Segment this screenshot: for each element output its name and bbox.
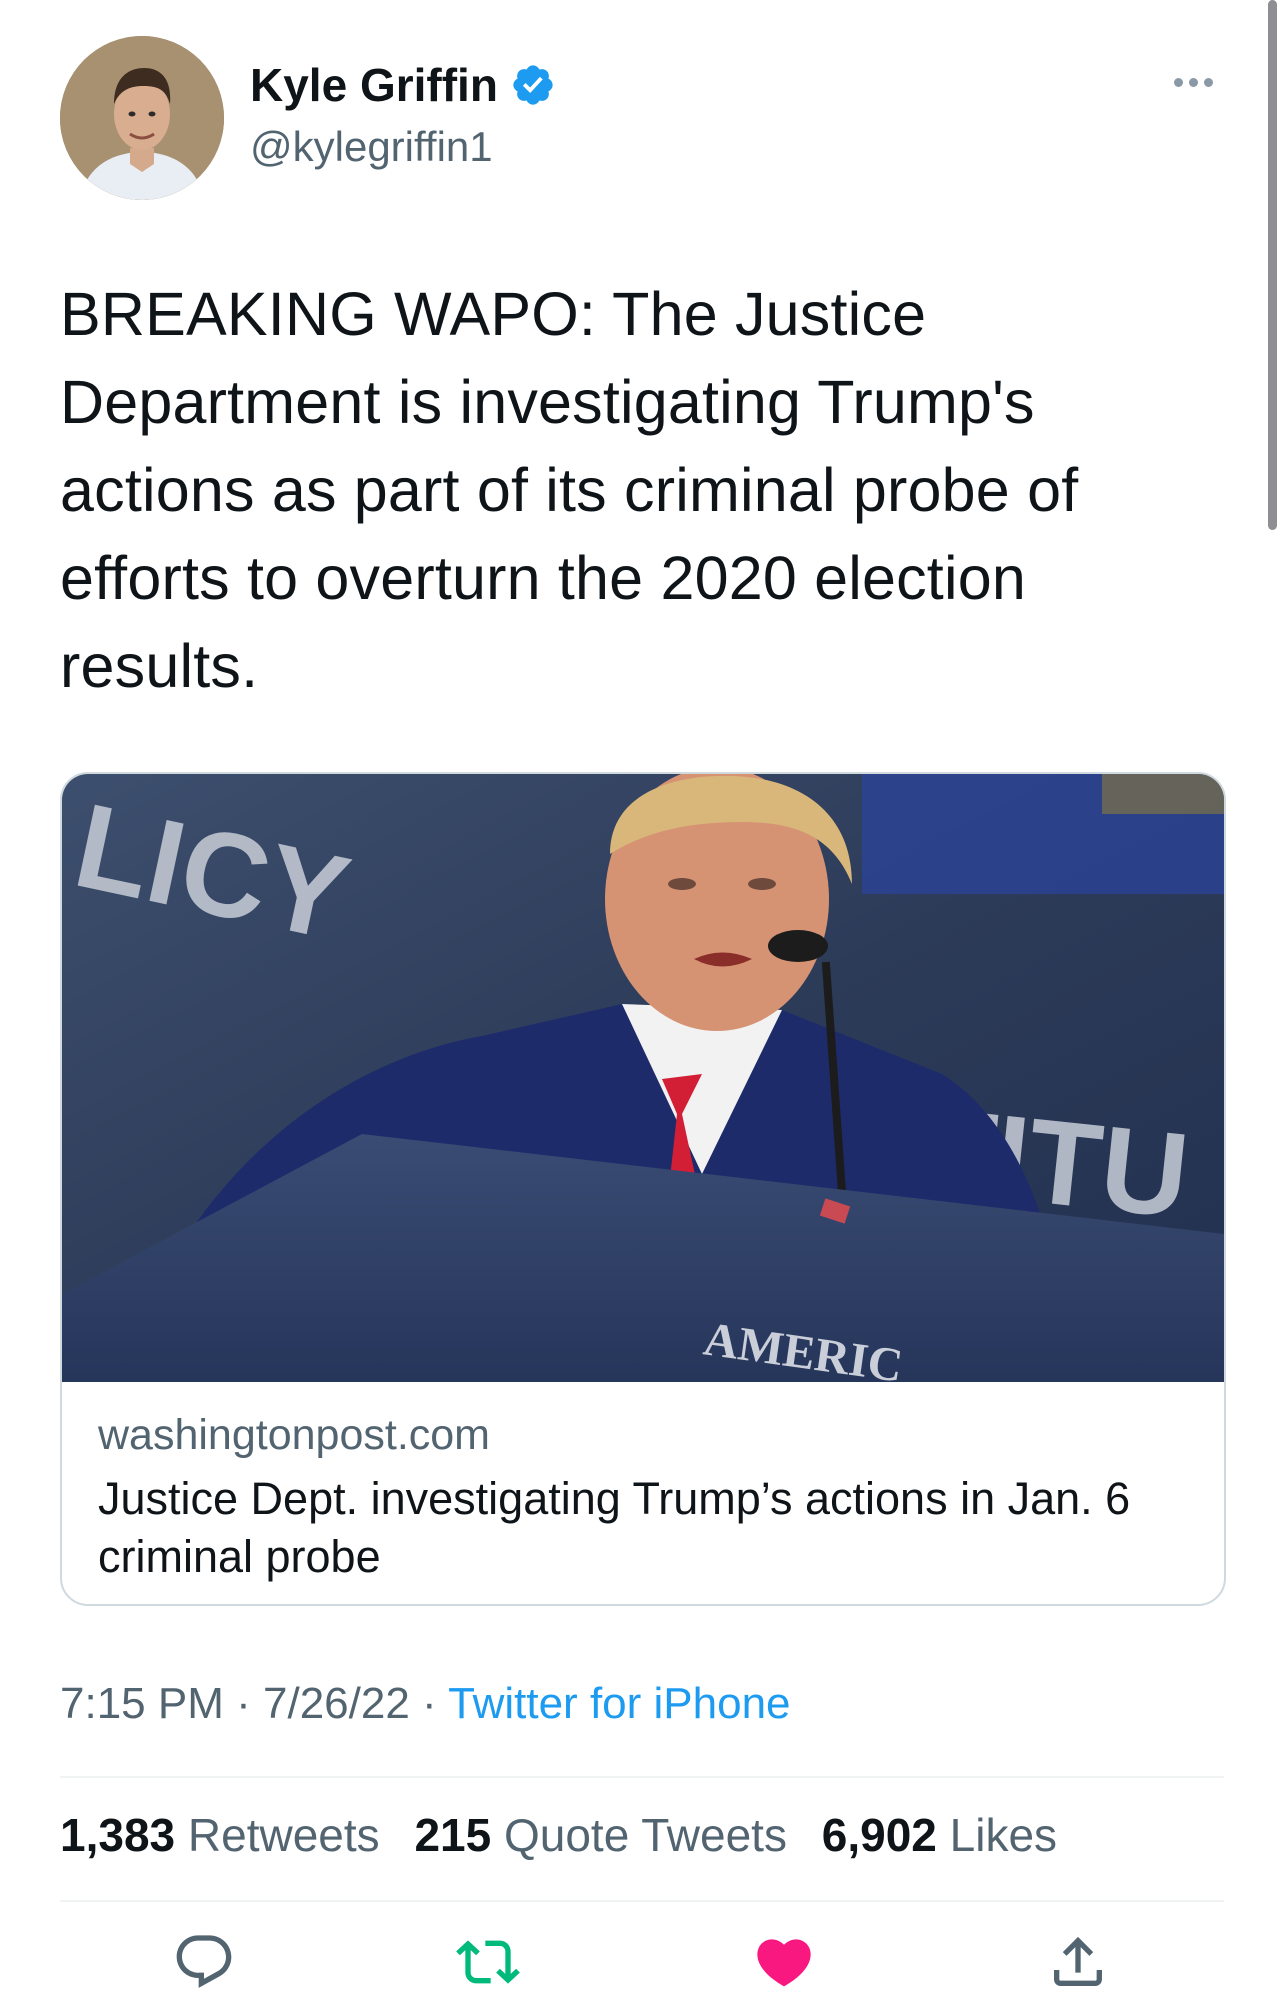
action-bar xyxy=(0,1930,1284,2000)
verified-badge-icon xyxy=(510,62,556,108)
share-icon xyxy=(1054,1936,1102,1986)
card-domain: washingtonpost.com xyxy=(98,1411,490,1459)
likes-label: Likes xyxy=(949,1809,1058,1861)
tweet-meta: 7:15 PM · 7/26/22 · Twitter for iPhone xyxy=(60,1682,791,1726)
heart-filled-icon xyxy=(757,1939,811,1987)
handle[interactable]: @kylegriffin1 xyxy=(250,126,493,168)
divider xyxy=(60,1900,1224,1902)
meta-separator: · xyxy=(422,1679,437,1728)
share-button[interactable] xyxy=(1046,1930,1110,1994)
divider xyxy=(60,1776,1224,1778)
meta-separator: · xyxy=(236,1679,251,1728)
like-button[interactable] xyxy=(752,1930,816,1994)
scrollbar[interactable] xyxy=(1268,0,1277,530)
retweets-count: 1,383 xyxy=(60,1809,176,1861)
tweet-header: Kyle Griffin @kylegriffin1 xyxy=(60,36,1224,204)
retweet-icon xyxy=(456,1940,520,1984)
card-image[interactable]: LICY STITU AMERIC xyxy=(62,774,1224,1382)
tweet-date[interactable]: 7/26/22 xyxy=(263,1679,410,1728)
reply-icon xyxy=(176,1935,232,1988)
engagement-stats: 1,383 Retweets 215 Quote Tweets 6,902 Li… xyxy=(60,1812,1079,1858)
retweet-button[interactable] xyxy=(456,1930,520,1994)
quote-tweets-label: Quote Tweets xyxy=(503,1809,787,1861)
name-row: Kyle Griffin xyxy=(250,62,556,108)
quote-tweets-stat[interactable]: 215 Quote Tweets xyxy=(414,1809,787,1861)
tweet-time: 7:15 PM xyxy=(60,1679,224,1728)
display-name[interactable]: Kyle Griffin xyxy=(250,62,498,108)
avatar[interactable] xyxy=(60,36,224,200)
card-title[interactable]: Justice Dept. investigating Trump’s acti… xyxy=(98,1470,1188,1586)
reply-button[interactable] xyxy=(172,1930,236,1994)
likes-count: 6,902 xyxy=(821,1809,937,1861)
retweets-label: Retweets xyxy=(187,1809,380,1861)
more-options-icon[interactable] xyxy=(1174,78,1213,87)
tweet-source[interactable]: Twitter for iPhone xyxy=(448,1679,790,1728)
likes-stat[interactable]: 6,902 Likes xyxy=(822,1809,1057,1861)
link-card[interactable]: LICY STITU AMERIC washingtonpost.com Jus… xyxy=(60,772,1226,1606)
quote-tweets-count: 215 xyxy=(414,1809,492,1861)
retweets-stat[interactable]: 1,383 Retweets xyxy=(60,1809,380,1861)
tweet-text: BREAKING WAPO: The Justice Department is… xyxy=(60,280,1079,700)
